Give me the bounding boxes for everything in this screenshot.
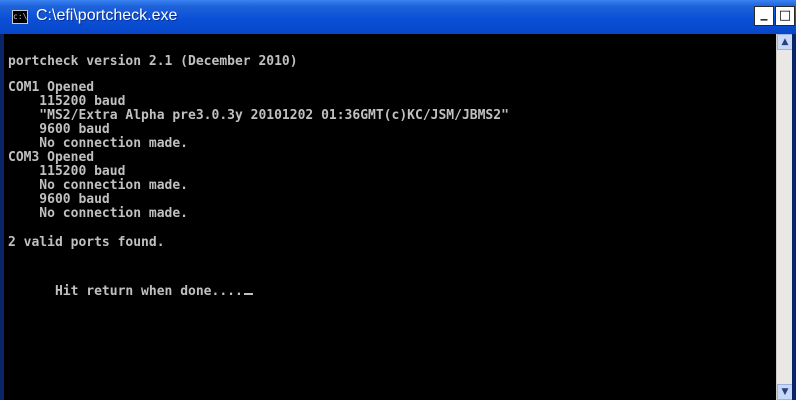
vertical-scrollbar[interactable]: ▲ ▼: [776, 34, 793, 400]
minimize-button[interactable]: _: [754, 6, 774, 26]
console-line: 115200 baud: [8, 94, 126, 109]
console-line: 9600 baud: [8, 122, 110, 137]
console-window: c:\ C:\efi\portcheck.exe _ □ portcheck v…: [0, 0, 796, 400]
console-prompt-text: Hit return when done....: [54, 284, 243, 299]
console-line: 2 valid ports found.: [8, 235, 165, 250]
maximize-button[interactable]: □: [775, 6, 795, 26]
console-prompt-line: Hit return when done....: [8, 271, 253, 313]
title-bar[interactable]: c:\ C:\efi\portcheck.exe _ □: [0, 0, 796, 34]
console-line: No connection made.: [8, 136, 189, 151]
console-line: portcheck version 2.1 (December 2010): [8, 54, 298, 69]
console-line: COM1 Opened: [8, 80, 95, 95]
text-cursor: [243, 293, 253, 295]
scroll-up-button[interactable]: ▲: [777, 34, 793, 50]
console-line: No connection made.: [8, 178, 189, 193]
window-frame-right: [792, 34, 796, 400]
window-title: C:\efi\portcheck.exe: [36, 7, 178, 24]
console-output[interactable]: portcheck version 2.1 (December 2010) CO…: [4, 34, 776, 400]
console-line: No connection made.: [8, 206, 189, 221]
console-line: 115200 baud: [8, 164, 126, 179]
console-line: "MS2/Extra Alpha pre3.0.3y 20101202 01:3…: [8, 108, 509, 123]
console-line: 9600 baud: [8, 192, 110, 207]
console-app-icon[interactable]: c:\: [12, 10, 28, 24]
scroll-down-button[interactable]: ▼: [777, 384, 793, 400]
console-line: COM3 Opened: [8, 150, 95, 165]
